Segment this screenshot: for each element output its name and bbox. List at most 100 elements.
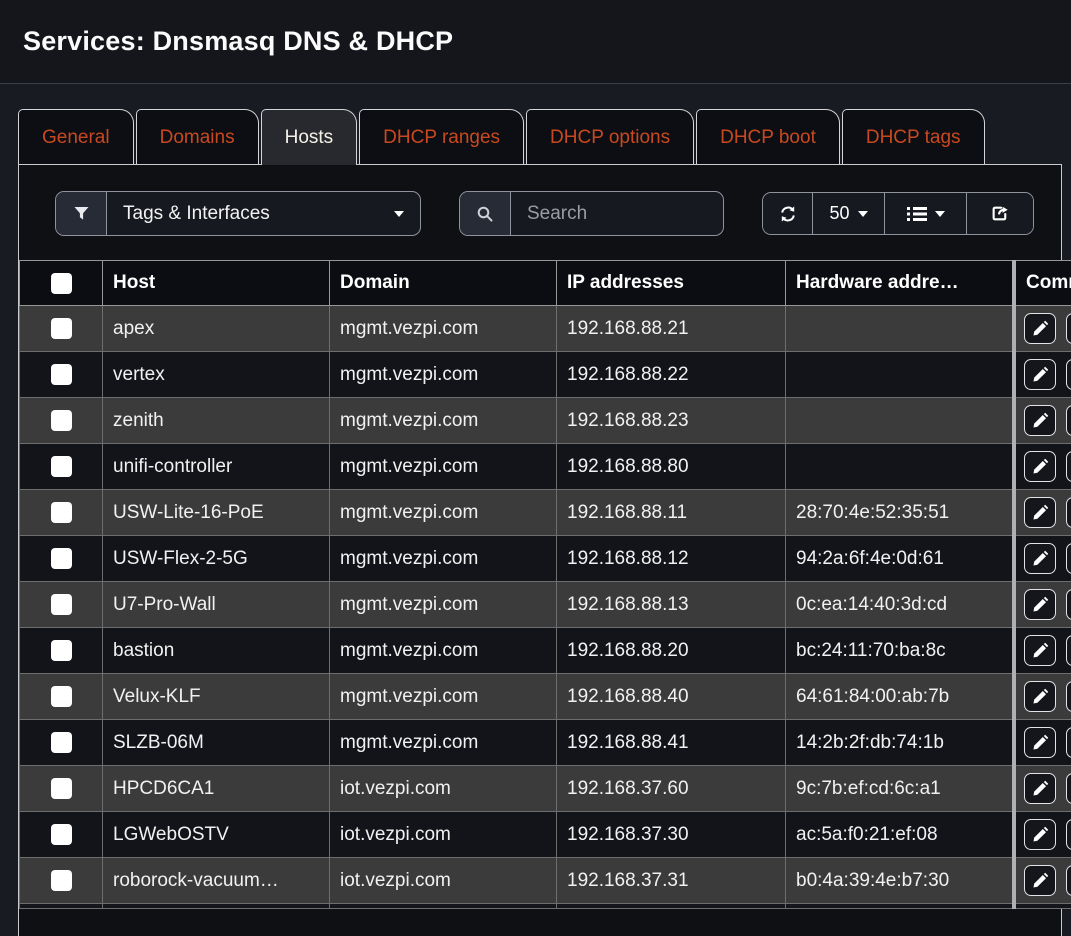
table-row: vertex mgmt.vezpi.com 192.168.88.22 xyxy=(20,352,1071,398)
filter-dropdown[interactable]: Tags & Interfaces xyxy=(55,191,421,236)
tab-dhcp-options[interactable]: DHCP options xyxy=(526,109,694,164)
row-checkbox[interactable] xyxy=(51,686,72,707)
ip-cell: 192.168.37.30 xyxy=(557,812,786,858)
edit-button[interactable] xyxy=(1024,543,1056,574)
host-cell: U7-Pro-Wall xyxy=(103,582,330,628)
edit-button[interactable] xyxy=(1024,727,1056,758)
row-checkbox[interactable] xyxy=(51,732,72,753)
tab-domains[interactable]: Domains xyxy=(136,109,259,164)
select-all-checkbox[interactable] xyxy=(51,273,72,294)
column-header-ip[interactable]: IP addresses xyxy=(557,261,786,306)
hardware-cell xyxy=(786,398,1015,444)
copy-button[interactable] xyxy=(1066,451,1071,482)
row-checkbox[interactable] xyxy=(51,502,72,523)
tab-dhcp-boot[interactable]: DHCP boot xyxy=(696,109,840,164)
tab-hosts[interactable]: Hosts xyxy=(261,109,358,164)
table-row: bastion mgmt.vezpi.com 192.168.88.20 bc:… xyxy=(20,628,1071,674)
ip-cell: 192.168.88.12 xyxy=(557,536,786,582)
domain-cell: mgmt.vezpi.com xyxy=(330,628,557,674)
row-checkbox[interactable] xyxy=(51,548,72,569)
column-header-domain[interactable]: Domain xyxy=(330,261,557,306)
row-checkbox[interactable] xyxy=(51,456,72,477)
copy-button[interactable] xyxy=(1066,405,1071,436)
row-checkbox[interactable] xyxy=(51,778,72,799)
domain-cell: mgmt.vezpi.com xyxy=(330,398,557,444)
edit-button[interactable] xyxy=(1024,681,1056,712)
search-icon[interactable] xyxy=(460,192,511,235)
domain-cell: mgmt.vezpi.com xyxy=(330,490,557,536)
column-header-hardware[interactable]: Hardware addre… xyxy=(786,261,1015,306)
edit-button[interactable] xyxy=(1024,773,1056,804)
domain-cell: mgmt.vezpi.com xyxy=(330,720,557,766)
pencil-icon xyxy=(1032,596,1049,613)
refresh-icon xyxy=(779,205,797,223)
tab-label: DHCP ranges xyxy=(383,127,500,148)
copy-button[interactable] xyxy=(1066,635,1071,666)
pencil-icon xyxy=(1032,458,1049,475)
copy-button[interactable] xyxy=(1066,497,1071,528)
filter-selected-value: Tags & Interfaces xyxy=(123,203,270,225)
column-selector-dropdown[interactable] xyxy=(885,193,967,234)
hosts-tab-panel: Tags & Interfaces xyxy=(18,164,1062,936)
copy-button[interactable] xyxy=(1066,773,1071,804)
domain-cell: mgmt.vezpi.com xyxy=(330,352,557,398)
pencil-icon xyxy=(1032,872,1049,889)
row-checkbox[interactable] xyxy=(51,364,72,385)
copy-button[interactable] xyxy=(1066,865,1071,896)
copy-button[interactable] xyxy=(1066,313,1071,344)
page-size-value: 50 xyxy=(829,203,849,224)
tab-general[interactable]: General xyxy=(18,109,134,164)
tab-dhcp-tags[interactable]: DHCP tags xyxy=(842,109,985,164)
row-checkbox[interactable] xyxy=(51,824,72,845)
domain-cell: iot.vezpi.com xyxy=(330,766,557,812)
pencil-icon xyxy=(1032,366,1049,383)
copy-button[interactable] xyxy=(1066,681,1071,712)
copy-button[interactable] xyxy=(1066,589,1071,620)
table-row: Velux-KLF mgmt.vezpi.com 192.168.88.40 6… xyxy=(20,674,1071,720)
table-row: USW-Lite-16-PoE mgmt.vezpi.com 192.168.8… xyxy=(20,490,1071,536)
edit-button[interactable] xyxy=(1024,313,1056,344)
copy-button[interactable] xyxy=(1066,543,1071,574)
edit-button[interactable] xyxy=(1024,819,1056,850)
ip-cell: 192.168.88.20 xyxy=(557,628,786,674)
pencil-icon xyxy=(1032,826,1049,843)
host-cell: Velux-KLF xyxy=(103,674,330,720)
host-cell: apex xyxy=(103,306,330,352)
edit-button[interactable] xyxy=(1024,497,1056,528)
column-header-commands: Commands xyxy=(1014,261,1071,306)
host-cell: SLZB-06M xyxy=(103,720,330,766)
select-all-header xyxy=(20,261,103,306)
edit-button[interactable] xyxy=(1024,451,1056,482)
row-checkbox[interactable] xyxy=(51,870,72,891)
copy-button[interactable] xyxy=(1066,727,1071,758)
row-checkbox[interactable] xyxy=(51,318,72,339)
host-cell: roborock-vacuum… xyxy=(103,858,330,904)
page-size-dropdown[interactable]: 50 xyxy=(813,193,885,234)
edit-button[interactable] xyxy=(1024,405,1056,436)
edit-button[interactable] xyxy=(1024,359,1056,390)
row-checkbox[interactable] xyxy=(51,594,72,615)
tab-label: DHCP tags xyxy=(866,127,961,148)
copy-button[interactable] xyxy=(1066,819,1071,850)
pencil-icon xyxy=(1032,320,1049,337)
copy-button[interactable] xyxy=(1066,359,1071,390)
ip-cell: 192.168.88.40 xyxy=(557,674,786,720)
pencil-icon xyxy=(1032,642,1049,659)
hardware-cell xyxy=(786,444,1015,490)
column-header-host[interactable]: Host xyxy=(103,261,330,306)
row-checkbox[interactable] xyxy=(51,640,72,661)
edit-button[interactable] xyxy=(1024,589,1056,620)
search-input[interactable] xyxy=(511,192,723,235)
hardware-cell: b0:4a:39:4e:b7:30 xyxy=(786,858,1015,904)
refresh-button[interactable] xyxy=(763,193,813,234)
row-checkbox[interactable] xyxy=(51,410,72,431)
table-row: unifi-controller mgmt.vezpi.com 192.168.… xyxy=(20,444,1071,490)
ip-cell: 192.168.37.60 xyxy=(557,766,786,812)
pencil-icon xyxy=(1032,504,1049,521)
table-row: zenith mgmt.vezpi.com 192.168.88.23 xyxy=(20,398,1071,444)
table-row: roborock-vacuum… iot.vezpi.com 192.168.3… xyxy=(20,858,1071,904)
edit-button[interactable] xyxy=(1024,635,1056,666)
tab-dhcp-ranges[interactable]: DHCP ranges xyxy=(359,109,524,164)
edit-button[interactable] xyxy=(1024,865,1056,896)
export-button[interactable] xyxy=(967,193,1033,234)
